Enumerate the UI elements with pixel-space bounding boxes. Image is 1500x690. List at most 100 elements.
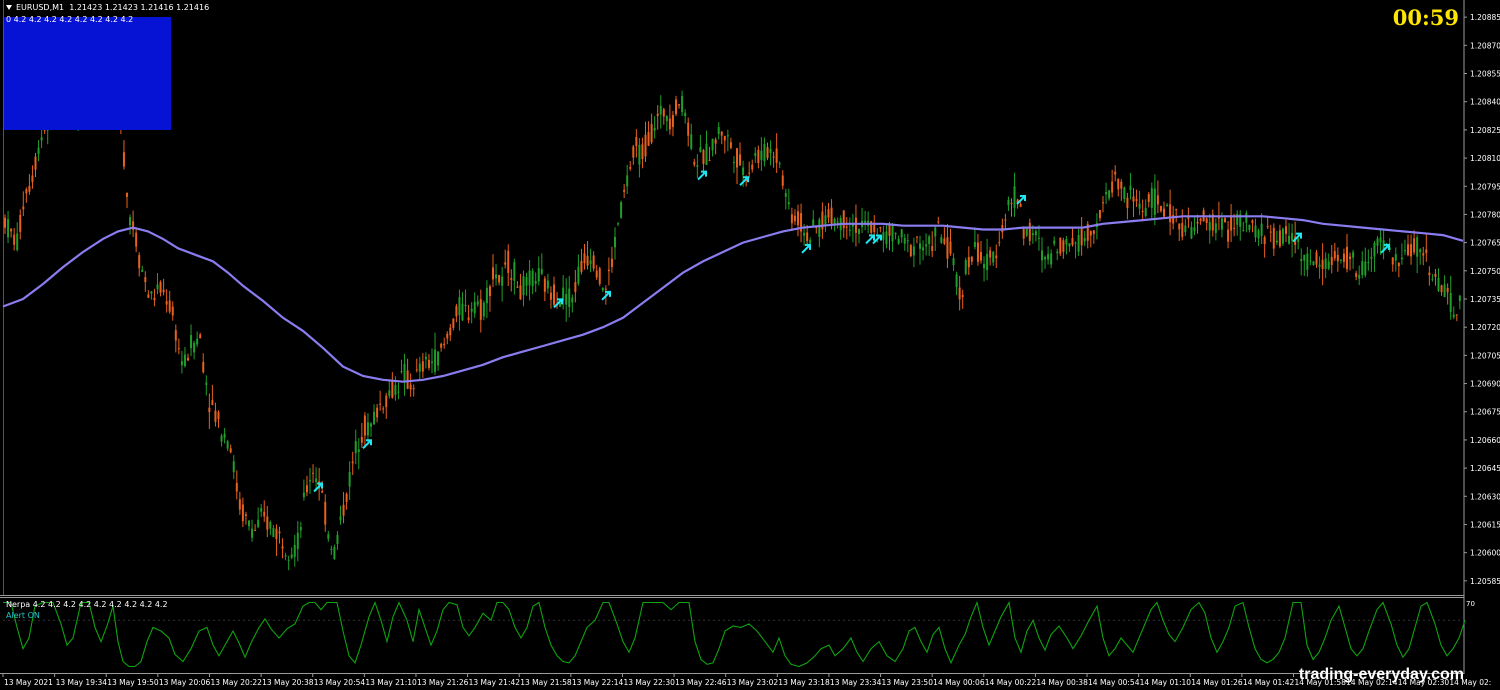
candle-body bbox=[1373, 242, 1376, 257]
candle-body bbox=[339, 516, 342, 521]
candle-body bbox=[644, 134, 647, 157]
candle-body bbox=[1083, 237, 1086, 242]
time-tick-label: 14 May 00:38 bbox=[1036, 678, 1088, 687]
candle-body bbox=[4, 217, 6, 228]
candle-body bbox=[208, 407, 211, 413]
candle-body bbox=[757, 149, 760, 163]
candle-body bbox=[1458, 295, 1461, 302]
candle-body bbox=[150, 291, 153, 294]
price-tick-label: 1.20855 bbox=[1470, 70, 1500, 79]
candle-body bbox=[1214, 223, 1217, 233]
candle-body bbox=[19, 215, 22, 232]
candle-body bbox=[129, 217, 132, 226]
candle-body bbox=[135, 232, 138, 247]
candle-body bbox=[366, 422, 369, 436]
candle-body bbox=[214, 410, 217, 422]
candle-body bbox=[1257, 230, 1260, 239]
candle-body bbox=[1346, 246, 1348, 270]
candle-body bbox=[296, 532, 299, 549]
candle-body bbox=[553, 284, 555, 305]
candle-body bbox=[1403, 250, 1406, 252]
candle-body bbox=[357, 449, 360, 452]
candle-body bbox=[1092, 230, 1095, 234]
candle-body bbox=[919, 243, 921, 249]
time-tick-label: 13 May 20:22 bbox=[210, 678, 262, 687]
price-tick-label: 1.20885 bbox=[1470, 13, 1500, 22]
candle-body bbox=[1446, 288, 1449, 293]
time-tick-label: 13 May 23:34 bbox=[830, 678, 882, 687]
time-tick-label: 14 May 01:10 bbox=[1140, 678, 1192, 687]
candle-body bbox=[525, 277, 528, 286]
candle-body bbox=[1053, 240, 1056, 244]
candle-body bbox=[330, 548, 333, 550]
time-tick-label: 13 May 23:18 bbox=[778, 678, 830, 687]
candle-body bbox=[397, 391, 400, 393]
candle-body bbox=[1434, 273, 1437, 277]
candle-body bbox=[513, 262, 516, 281]
candle-body bbox=[632, 146, 635, 158]
candle-body bbox=[754, 152, 757, 157]
candle-body bbox=[845, 226, 848, 228]
signal-arrow-icon bbox=[313, 482, 323, 493]
candle-body bbox=[1013, 186, 1016, 208]
candle-body bbox=[1111, 181, 1114, 193]
time-tick-label: 14 May 00:54 bbox=[1088, 678, 1140, 687]
price-tick-label: 1.20795 bbox=[1470, 182, 1500, 191]
candle-body bbox=[1089, 230, 1092, 236]
price-tick-label: 1.20660 bbox=[1470, 436, 1500, 445]
time-tick-label: 13 May 20:54 bbox=[314, 678, 366, 687]
candle-body bbox=[1169, 204, 1172, 223]
candle-body bbox=[391, 381, 394, 398]
candle-body bbox=[1358, 274, 1361, 279]
candle-body bbox=[165, 301, 168, 305]
candle-body bbox=[1120, 181, 1123, 189]
candle-body bbox=[1455, 314, 1458, 316]
candle-body bbox=[1254, 225, 1257, 238]
candle-body bbox=[232, 461, 235, 473]
symbol-dropdown-icon[interactable] bbox=[6, 5, 12, 10]
candle-body bbox=[1037, 237, 1040, 239]
time-tick-label: 13 May 22:46 bbox=[675, 678, 727, 687]
candle-body bbox=[983, 263, 986, 269]
candle-body bbox=[650, 124, 653, 143]
candle-body bbox=[1291, 232, 1294, 241]
candle-body bbox=[589, 260, 592, 264]
candle-body bbox=[217, 412, 220, 420]
candle-body bbox=[1452, 314, 1455, 318]
candle-body bbox=[1138, 203, 1141, 209]
candle-body bbox=[781, 175, 784, 186]
candle-body bbox=[1153, 188, 1156, 215]
candle-body bbox=[986, 253, 989, 271]
candle-body bbox=[1077, 234, 1080, 252]
candle-body bbox=[1422, 253, 1425, 256]
price-tick-label: 1.20645 bbox=[1470, 464, 1500, 473]
candle-body bbox=[1163, 208, 1165, 217]
watermark: trading-everyday.com bbox=[1298, 666, 1464, 683]
candle-body bbox=[952, 258, 955, 266]
indicator-level-label: 70 bbox=[1466, 600, 1475, 608]
candle-body bbox=[467, 317, 470, 321]
candle-body bbox=[980, 251, 982, 261]
candle-body bbox=[848, 229, 851, 231]
candle-body bbox=[909, 245, 912, 257]
signal-arrow-icon bbox=[739, 176, 749, 186]
candle-body bbox=[363, 415, 366, 436]
candle-body bbox=[25, 189, 28, 194]
chart-canvas[interactable]: 1.20885 1.20870 1.20855 1.20840 1.20825 1.208… bbox=[0, 0, 1500, 690]
candle-body bbox=[1074, 242, 1077, 244]
candle-body bbox=[571, 297, 574, 303]
candle-body bbox=[452, 318, 455, 328]
candle-body bbox=[1449, 292, 1452, 312]
candle-body bbox=[427, 359, 430, 368]
candle-body bbox=[647, 131, 650, 146]
candle-body bbox=[973, 241, 976, 247]
candle-body bbox=[540, 269, 543, 274]
candle-body bbox=[470, 308, 473, 312]
candle-body bbox=[345, 493, 348, 502]
candle-body bbox=[1193, 227, 1196, 232]
candle-body bbox=[687, 122, 690, 136]
candle-body bbox=[144, 277, 147, 283]
candle-body bbox=[324, 501, 327, 525]
candle-body bbox=[793, 215, 796, 222]
candle-body bbox=[1227, 229, 1230, 242]
